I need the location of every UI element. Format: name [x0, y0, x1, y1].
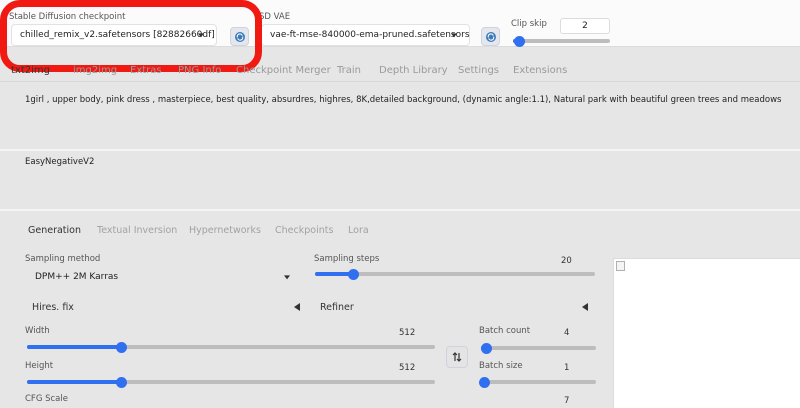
clip-skip-input[interactable]: 2 [560, 18, 610, 34]
negative-prompt-textarea[interactable]: EasyNegativeV2 [25, 157, 94, 167]
batch-size-slider-thumb[interactable] [479, 377, 490, 388]
batch-size-slider[interactable] [481, 380, 596, 384]
tab-train[interactable]: Train [337, 65, 361, 76]
hires-fix-accordion[interactable]: Hires. fix [32, 302, 74, 313]
batch-count-slider[interactable] [481, 346, 596, 350]
subtab-hypernetworks[interactable]: Hypernetworks [189, 225, 261, 236]
tab-settings[interactable]: Settings [458, 65, 499, 76]
broken-image-icon [616, 261, 625, 271]
chevron-down-icon [451, 33, 457, 38]
batch-count-label: Batch count [479, 326, 531, 336]
width-value[interactable]: 512 [399, 328, 415, 338]
batch-size-value[interactable]: 1 [564, 363, 569, 373]
sampling-steps-label: Sampling steps [314, 254, 380, 264]
prompt-divider [0, 149, 800, 151]
checkpoint-highlight-frame [0, 0, 262, 72]
width-slider-thumb[interactable] [116, 342, 127, 353]
batch-size-label: Batch size [479, 361, 523, 371]
height-value[interactable]: 512 [399, 363, 415, 373]
swap-dimensions-button[interactable] [446, 346, 468, 368]
batch-count-slider-thumb[interactable] [481, 343, 492, 354]
sampling-method-label: Sampling method [25, 254, 101, 264]
tab-txt2img[interactable]: txt2img [11, 65, 50, 76]
width-slider[interactable] [27, 345, 435, 349]
width-label: Width [25, 326, 50, 336]
vae-value: vae-ft-mse-840000-ema-pruned.safetensors [270, 30, 470, 40]
output-image-panel [613, 258, 800, 408]
vae-label: SD VAE [259, 12, 291, 22]
refiner-accordion[interactable]: Refiner [320, 302, 354, 313]
vae-dropdown[interactable]: vae-ft-mse-840000-ema-pruned.safetensors [261, 24, 470, 46]
tabs-divider [0, 81, 800, 82]
collapse-arrow-icon[interactable] [582, 303, 588, 311]
tab-checkpoint-merger[interactable]: Checkpoint Merger [236, 65, 331, 76]
subtab-checkpoints[interactable]: Checkpoints [275, 225, 333, 236]
tab-depth-library[interactable]: Depth Library [379, 65, 448, 76]
height-slider[interactable] [27, 380, 435, 384]
subtab-textual-inversion[interactable]: Textual Inversion [97, 225, 177, 236]
clip-skip-slider[interactable] [513, 39, 610, 43]
vae-refresh-button[interactable] [481, 27, 500, 46]
chevron-down-icon [284, 275, 290, 280]
refresh-icon [485, 31, 496, 42]
width-slider-fill [27, 345, 121, 349]
tab-extensions[interactable]: Extensions [513, 65, 567, 76]
batch-count-value[interactable]: 4 [564, 328, 569, 338]
sampling-steps-slider-thumb[interactable] [348, 269, 359, 280]
cfg-scale-value[interactable]: 7 [564, 396, 569, 406]
height-slider-thumb[interactable] [116, 377, 127, 388]
positive-prompt-textarea[interactable]: 1girl , upper body, pink dress , masterp… [25, 95, 781, 105]
subtab-lora[interactable]: Lora [348, 225, 369, 236]
sampling-method-value: DPM++ 2M Karras [35, 272, 119, 282]
tab-img2img[interactable]: img2img [73, 65, 117, 76]
clip-skip-label: Clip skip [511, 19, 547, 29]
height-slider-fill [27, 380, 121, 384]
sampling-steps-value[interactable]: 20 [561, 256, 572, 266]
swap-arrows-icon [452, 352, 462, 362]
tab-extras[interactable]: Extras [130, 65, 162, 76]
clip-skip-slider-thumb[interactable] [514, 36, 525, 47]
cfg-scale-label: CFG Scale [25, 394, 68, 404]
height-label: Height [25, 361, 54, 371]
sampling-method-dropdown[interactable]: DPM++ 2M Karras [27, 268, 302, 286]
tab-png-info[interactable]: PNG Info [178, 65, 221, 76]
subtab-generation[interactable]: Generation [28, 225, 81, 236]
negative-prompt-divider [0, 209, 800, 211]
collapse-arrow-icon[interactable] [294, 303, 300, 311]
